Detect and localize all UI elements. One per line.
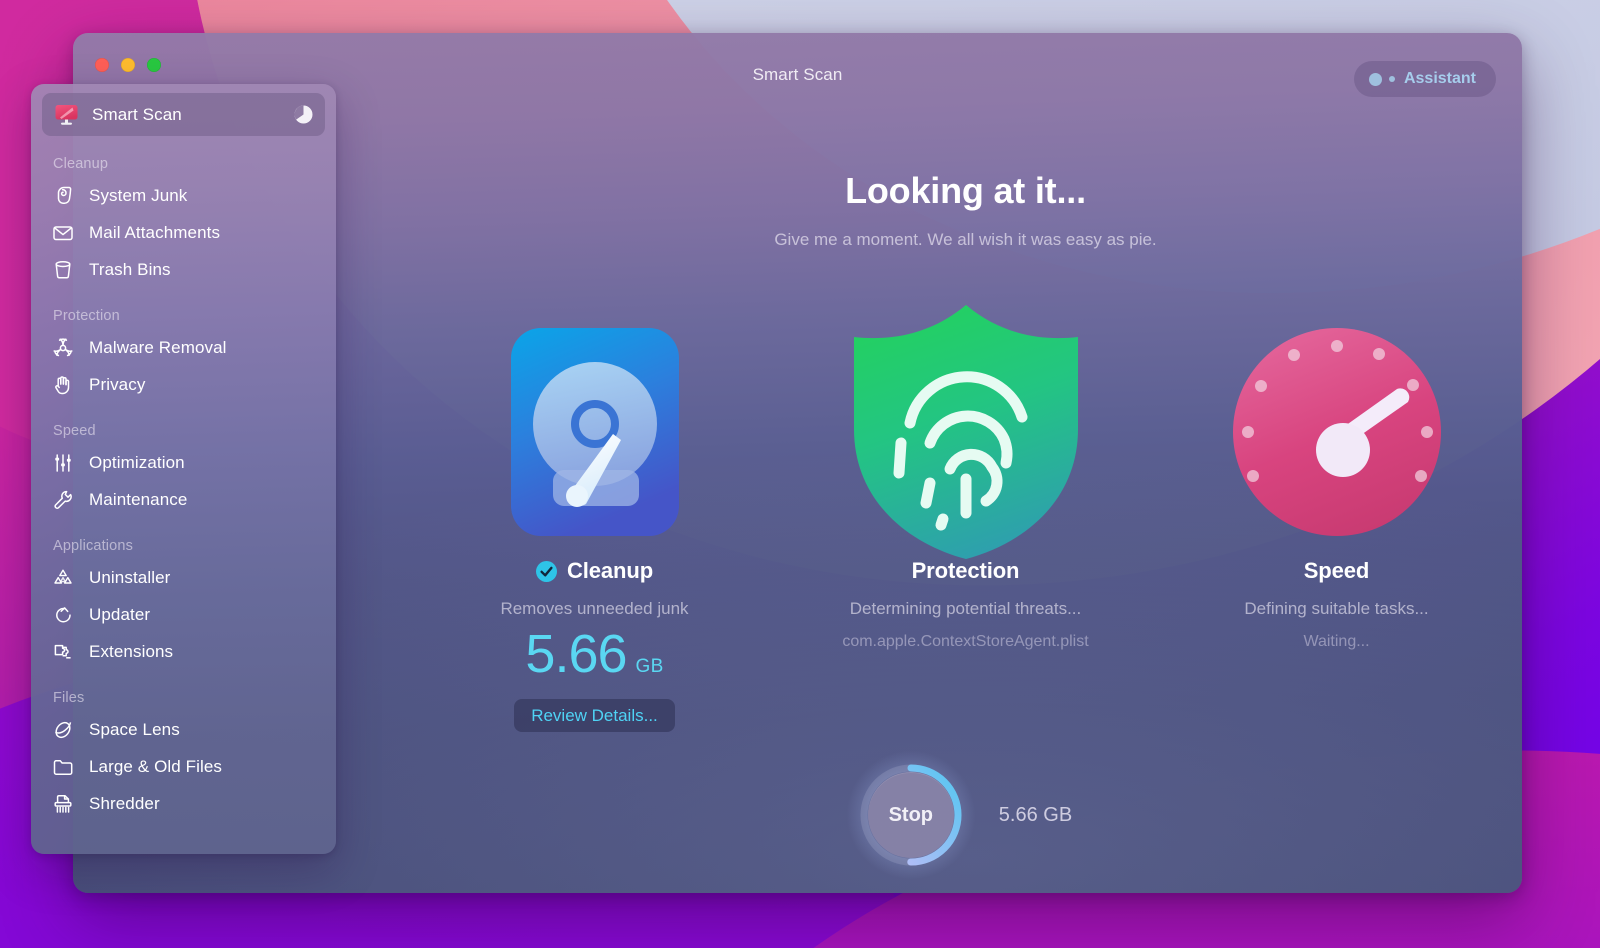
sidebar-item-mail-attachments[interactable]: Mail Attachments: [31, 214, 336, 251]
sidebar-item-large-and-old-files-label: Large & Old Files: [89, 756, 223, 776]
wrench-icon: [50, 487, 76, 513]
sidebar-group-speed-title: Speed: [53, 423, 96, 439]
page-subheadline: Give me a moment. We all wish it was eas…: [774, 230, 1157, 249]
scan-footer: Stop 5.66 GB: [409, 750, 1522, 880]
card-cleanup-subtitle: Removes unneeded junk: [500, 599, 689, 618]
sidebar-item-large-and-old-files[interactable]: Large & Old Files: [31, 748, 336, 785]
biohazard-icon: [50, 335, 76, 361]
card-speed: Speed Defining suitable tasks... Waiting…: [1151, 307, 1522, 732]
sidebar-item-privacy[interactable]: Privacy: [31, 366, 336, 403]
check-circle-icon: [535, 560, 557, 582]
assistant-dots-icon: [1368, 72, 1395, 86]
speed-gauge-icon: [1231, 307, 1443, 557]
stop-button-label: Stop: [888, 803, 934, 826]
sidebar-group-applications-title: Applications: [53, 538, 133, 554]
sidebar-group-cleanup-title: Cleanup: [53, 156, 109, 172]
trash-bin-icon: [50, 257, 76, 283]
review-details-button[interactable]: Review Details...: [514, 699, 675, 732]
card-speed-title-row: Speed: [1304, 557, 1370, 585]
envelope-icon: [50, 220, 76, 246]
sidebar-item-privacy-label: Privacy: [89, 374, 146, 394]
card-protection-detail: com.apple.ContextStoreAgent.plist: [842, 633, 1089, 650]
sidebar-item-smart-scan-label: Smart Scan: [92, 104, 182, 124]
sidebar-group-protection-title: Protection: [53, 308, 120, 324]
sidebar-item-maintenance-label: Maintenance: [89, 489, 188, 509]
sidebar-item-uninstaller-label: Uninstaller: [89, 567, 171, 587]
sidebar-item-system-junk-label: System Junk: [89, 185, 188, 205]
desktop-background: Smart Scan Assistant Looking at it... Gi…: [0, 0, 1600, 948]
card-cleanup-amount: 5.66 GB: [525, 627, 663, 681]
main-content: Looking at it... Give me a moment. We al…: [409, 99, 1522, 893]
shield-fingerprint-icon: [846, 305, 1086, 559]
sidebar-item-shredder-label: Shredder: [89, 793, 160, 813]
window-title: Smart Scan: [752, 65, 843, 84]
card-cleanup: Cleanup Removes unneeded junk 5.66 GB Re…: [409, 307, 780, 732]
sliders-icon: [50, 450, 76, 476]
sidebar-item-trash-bins[interactable]: Trash Bins: [31, 251, 336, 288]
shredder-icon: [50, 791, 76, 817]
card-speed-subtitle: Defining suitable tasks...: [1244, 599, 1429, 618]
page-headline: Looking at it...: [845, 170, 1086, 211]
total-found-size: 5.66 GB: [998, 803, 1073, 826]
space-lens-icon: [50, 717, 76, 743]
cleanup-amount-unit: GB: [635, 656, 664, 677]
assistant-button-label: Assistant: [1403, 70, 1476, 87]
sidebar-item-maintenance[interactable]: Maintenance: [31, 481, 336, 518]
sidebar-item-extensions[interactable]: Extensions: [31, 633, 336, 670]
sidebar-item-optimization-label: Optimization: [89, 452, 185, 472]
card-protection-title-row: Protection: [912, 557, 1020, 585]
card-protection: Protection Determining potential threats…: [780, 305, 1151, 732]
sidebar-item-malware-removal[interactable]: Malware Removal: [31, 329, 336, 366]
sidebar-item-trash-bins-label: Trash Bins: [89, 259, 171, 279]
folder-icon: [50, 754, 76, 780]
cleanup-amount-value: 5.66: [525, 624, 627, 684]
update-arrow-icon: [50, 602, 76, 628]
card-cleanup-title: Cleanup: [566, 558, 654, 583]
sidebar-group-files-title: Files: [53, 690, 85, 706]
hard-drive-icon: [509, 307, 681, 557]
sidebar-item-updater-label: Updater: [89, 604, 151, 624]
stop-button[interactable]: Stop: [867, 772, 954, 858]
sidebar-item-shredder[interactable]: Shredder: [31, 785, 336, 822]
sidebar-item-optimization[interactable]: Optimization: [31, 444, 336, 481]
scan-cards: Cleanup Removes unneeded junk 5.66 GB Re…: [409, 305, 1522, 732]
card-speed-detail: Waiting...: [1303, 633, 1370, 650]
card-protection-subtitle: Determining potential threats...: [849, 599, 1082, 618]
sidebar-item-space-lens[interactable]: Space Lens: [31, 711, 336, 748]
card-cleanup-title-row: Cleanup: [535, 557, 654, 585]
card-speed-title: Speed: [1303, 558, 1370, 583]
sidebar: Smart Scan Cleanup System Junk Mail Atta…: [31, 84, 336, 854]
monitor-scan-icon: [53, 101, 80, 128]
hand-icon: [50, 372, 76, 398]
stop-control: Stop: [845, 750, 976, 880]
sidebar-item-mail-attachments-label: Mail Attachments: [89, 222, 221, 242]
card-protection-title: Protection: [911, 558, 1020, 583]
assistant-button[interactable]: Assistant: [1353, 61, 1496, 97]
broom-icon: [50, 183, 76, 209]
sidebar-item-extensions-label: Extensions: [89, 641, 174, 661]
sidebar-item-smart-scan[interactable]: Smart Scan: [42, 93, 325, 136]
sidebar-item-system-junk[interactable]: System Junk: [31, 177, 336, 214]
sidebar-item-space-lens-label: Space Lens: [89, 719, 180, 739]
app-grid-icon: [50, 565, 76, 591]
sidebar-item-malware-removal-label: Malware Removal: [89, 337, 227, 357]
pie-progress-icon: [294, 105, 313, 124]
sidebar-item-updater[interactable]: Updater: [31, 596, 336, 633]
sidebar-item-uninstaller[interactable]: Uninstaller: [31, 559, 336, 596]
puzzle-piece-icon: [50, 639, 76, 665]
